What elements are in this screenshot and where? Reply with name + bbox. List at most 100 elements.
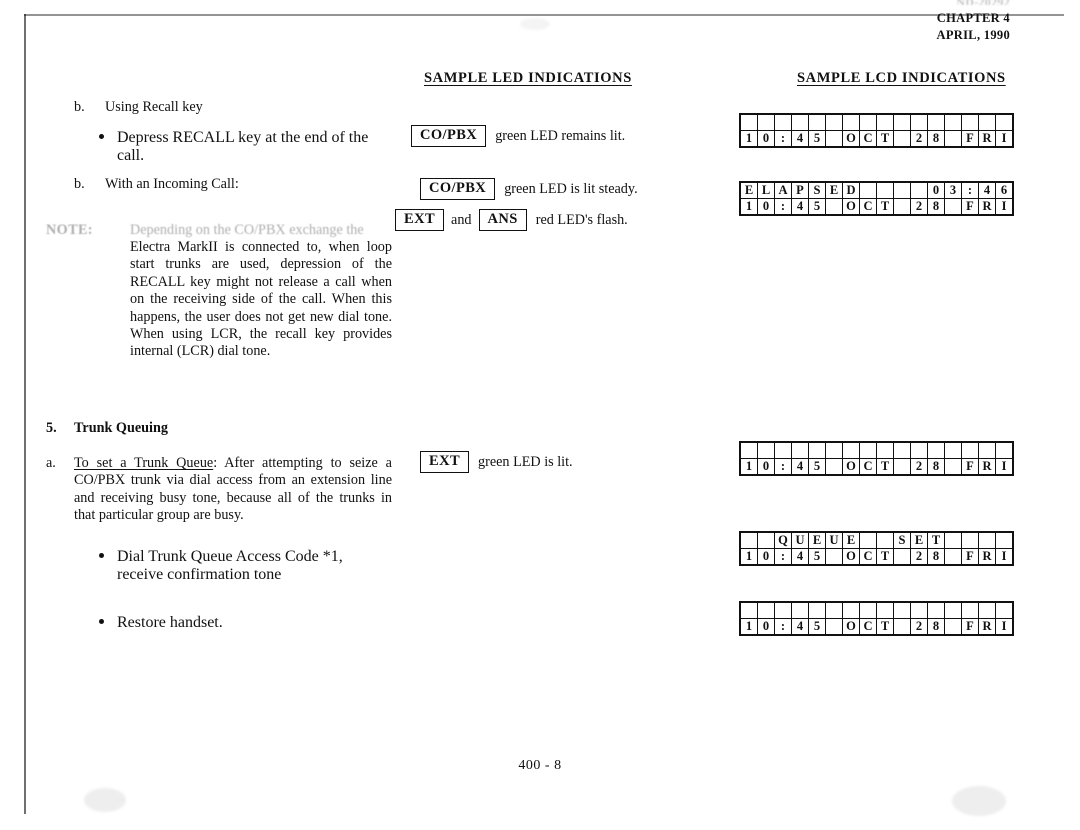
lcd-cell: 0 xyxy=(757,130,775,147)
lcd-cell xyxy=(910,602,928,619)
lcd-cell xyxy=(859,182,877,199)
lcd-cell xyxy=(825,442,843,459)
lcd-cell: 1 xyxy=(740,548,758,565)
lcd-cell xyxy=(893,442,911,459)
lcd-cell: R xyxy=(978,198,996,215)
bullet-dot-icon xyxy=(99,619,104,624)
item-a-underlined-lead: To set a Trunk Queue xyxy=(74,455,214,471)
item-b1-text: Using Recall key xyxy=(105,99,203,115)
lcd-cell xyxy=(893,458,911,475)
lcd-cell: : xyxy=(774,458,792,475)
item-b2-marker: b. xyxy=(74,176,85,192)
lcd-cell xyxy=(944,442,962,459)
key-label-ans: ANS xyxy=(478,209,527,231)
lcd-cell: A xyxy=(774,182,792,199)
time-date-display-3: 10:45OCT28FRI xyxy=(739,601,1014,636)
lcd-cell xyxy=(893,114,911,131)
lcd-cell xyxy=(944,130,962,147)
lcd-cell: F xyxy=(961,618,979,635)
lcd-cell xyxy=(944,198,962,215)
lcd-cell: D xyxy=(842,182,860,199)
lcd-cell: O xyxy=(842,130,860,147)
lcd-cell: 8 xyxy=(927,130,945,147)
led-indication-1-text: green LED remains lit. xyxy=(495,127,626,144)
lcd-cell: 4 xyxy=(791,130,809,147)
lcd-cell: : xyxy=(774,618,792,635)
lcd-cell: U xyxy=(825,532,843,549)
lcd-cell xyxy=(944,602,962,619)
lcd-cell: 1 xyxy=(740,458,758,475)
lcd-cell: O xyxy=(842,458,860,475)
lcd-cell xyxy=(876,442,894,459)
lcd-cell xyxy=(995,602,1013,619)
left-text-column: b. Using Recall key Depress RECALL key a… xyxy=(0,0,420,830)
section-number: 5. xyxy=(46,420,57,436)
lcd-cell: 1 xyxy=(740,198,758,215)
time-date-display-2-row-top xyxy=(740,442,1013,459)
lcd-cell xyxy=(740,532,758,549)
date-label: APRIL, 1990 xyxy=(936,28,1010,42)
lcd-cell xyxy=(910,442,928,459)
bullet-a2-text: Restore handset. xyxy=(117,614,223,631)
lcd-cell xyxy=(825,458,843,475)
lcd-cell: : xyxy=(774,548,792,565)
lcd-cell: R xyxy=(978,548,996,565)
lcd-cell xyxy=(893,618,911,635)
page-footer: 400 - 8 xyxy=(0,758,1080,774)
document-page: ND-20292 CHAPTER 4 APRIL, 1990 SAMPLE LE… xyxy=(0,0,1080,830)
led-indication-4: EXT green LED is lit. xyxy=(420,451,573,473)
lcd-cell: C xyxy=(859,130,877,147)
bullet-dot-icon xyxy=(99,134,104,139)
note-first-line: Depending on the CO/PBX exchange the xyxy=(130,222,364,238)
lcd-cell: 3 xyxy=(944,182,962,199)
lcd-cell xyxy=(944,548,962,565)
lcd-cell xyxy=(910,114,928,131)
lcd-cell xyxy=(944,458,962,475)
lcd-cell: 1 xyxy=(740,130,758,147)
lcd-cell xyxy=(893,548,911,565)
lcd-cell xyxy=(944,532,962,549)
lcd-cell: C xyxy=(859,458,877,475)
lcd-cell: : xyxy=(961,182,979,199)
elapsed-display: ELAPSED03:4610:45OCT28FRI xyxy=(739,181,1014,216)
lcd-cell: 4 xyxy=(978,182,996,199)
lcd-cell xyxy=(757,442,775,459)
lcd-cell xyxy=(893,130,911,147)
lcd-cell: R xyxy=(978,130,996,147)
lcd-cell xyxy=(825,548,843,565)
lcd-cell xyxy=(876,602,894,619)
key-label-co-pbx: CO/PBX xyxy=(420,178,496,200)
lcd-cell: S xyxy=(808,182,826,199)
lcd-cell: I xyxy=(995,198,1013,215)
lcd-cell xyxy=(876,532,894,549)
lcd-cell xyxy=(859,442,877,459)
time-date-display-1-row-top xyxy=(740,114,1013,131)
lcd-cell: C xyxy=(859,198,877,215)
lcd-cell xyxy=(842,114,860,131)
lcd-cell: 4 xyxy=(791,548,809,565)
lcd-cell: U xyxy=(791,532,809,549)
lcd-cell: I xyxy=(995,130,1013,147)
lcd-cell xyxy=(978,442,996,459)
item-a-paragraph: To set a Trunk Queue: After attempting t… xyxy=(74,455,392,525)
lcd-cell xyxy=(808,114,826,131)
lcd-cell xyxy=(876,182,894,199)
time-date-display-2: 10:45OCT28FRI xyxy=(739,441,1014,476)
lcd-cell xyxy=(825,602,843,619)
lcd-cell xyxy=(961,602,979,619)
lcd-cell: 5 xyxy=(808,618,826,635)
lcd-cell: F xyxy=(961,198,979,215)
lcd-cell xyxy=(842,602,860,619)
lcd-cell: E xyxy=(740,182,758,199)
item-b1-marker: b. xyxy=(74,99,85,115)
lcd-cell: 0 xyxy=(757,618,775,635)
lcd-cell xyxy=(791,602,809,619)
lcd-cell xyxy=(825,198,843,215)
page-number: 400 - 8 xyxy=(518,758,562,773)
time-date-display-1: 10:45OCT28FRI xyxy=(739,113,1014,148)
lcd-cell xyxy=(791,114,809,131)
lcd-cell xyxy=(961,114,979,131)
lcd-cell: C xyxy=(859,618,877,635)
lcd-cell xyxy=(825,114,843,131)
elapsed-display-row-top: ELAPSED03:46 xyxy=(740,182,1013,199)
